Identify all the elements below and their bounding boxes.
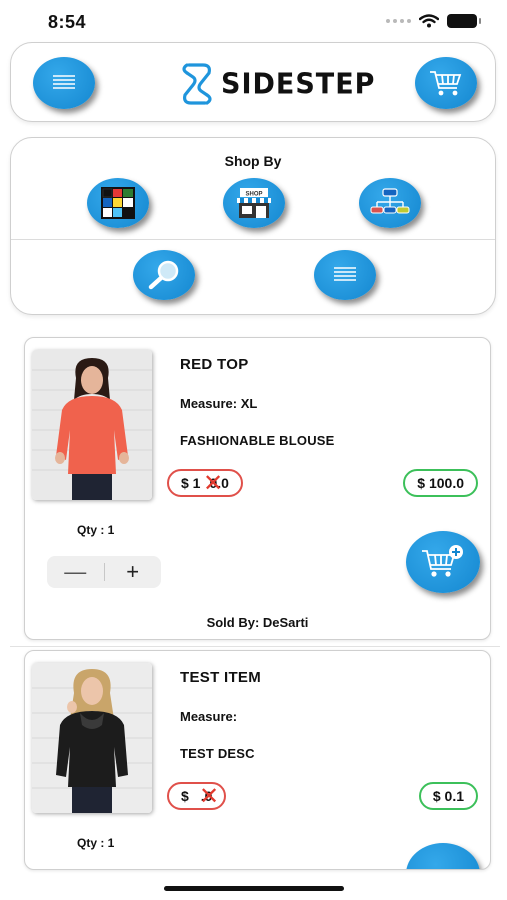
- add-to-cart-button[interactable]: [406, 843, 480, 869]
- product-card: TEST ITEM Measure: TEST DESC $ .0 ✕ $ 0.…: [24, 650, 491, 870]
- status-icons: [386, 14, 481, 28]
- product-description: FASHIONABLE BLOUSE: [180, 433, 335, 448]
- search-button[interactable]: [133, 250, 195, 300]
- quantity-label: Qty : 1: [77, 836, 115, 850]
- signal-icon: [386, 19, 411, 23]
- original-price-prefix: $ 1: [181, 475, 201, 491]
- product-measure: Measure:: [180, 709, 238, 724]
- list-button[interactable]: [314, 250, 376, 300]
- brand-logo: SIDESTEP: [179, 61, 375, 107]
- status-bar: 8:54: [0, 0, 507, 44]
- color-grid-icon: [101, 187, 135, 219]
- wifi-icon: [419, 14, 439, 28]
- hierarchy-icon: [370, 188, 410, 214]
- quantity-stepper: — +: [47, 556, 161, 588]
- sale-price: $ 100.0: [403, 469, 478, 497]
- product-description: TEST DESC: [180, 746, 255, 761]
- quantity-label: Qty : 1: [77, 523, 115, 537]
- product-photo: [32, 350, 152, 500]
- shop-by-color-button[interactable]: [87, 178, 149, 228]
- shop-by-title: Shop By: [224, 153, 282, 169]
- list-icon: [334, 267, 356, 281]
- menu-button[interactable]: [33, 57, 95, 109]
- product-image[interactable]: [32, 350, 152, 500]
- strike-icon: ✕: [199, 782, 220, 810]
- menu-icon: [53, 75, 75, 89]
- store-icon: SHOP: [237, 188, 271, 218]
- home-indicator[interactable]: [164, 886, 344, 891]
- battery-icon: [447, 14, 481, 28]
- add-to-cart-button[interactable]: [406, 531, 480, 593]
- original-price: $ 1 0.0 ✕: [167, 469, 243, 497]
- product-measure: Measure: XL: [180, 396, 258, 411]
- increment-button[interactable]: +: [104, 556, 161, 588]
- svg-text:SHOP: SHOP: [245, 192, 262, 198]
- brand-name: SIDESTEP: [221, 67, 376, 101]
- card-separator: [10, 646, 500, 647]
- add-to-cart-icon: [422, 545, 463, 577]
- status-time: 8:54: [48, 12, 87, 32]
- logo-mark-icon: [182, 63, 212, 105]
- shop-by-divider: [11, 239, 495, 240]
- sale-price: $ 0.1: [418, 782, 478, 810]
- original-price: $ .0 ✕: [167, 782, 227, 810]
- strike-icon: ✕: [203, 469, 224, 497]
- shop-by-panel: Shop By SHOP: [10, 137, 496, 315]
- product-photo: [32, 663, 152, 813]
- search-icon: [148, 260, 179, 290]
- cart-button[interactable]: [415, 57, 477, 109]
- app-header: SIDESTEP: [10, 42, 496, 122]
- product-title: TEST ITEM: [180, 669, 262, 686]
- product-card: RED TOP Measure: XL FASHIONABLE BLOUSE $…: [24, 337, 491, 640]
- product-image[interactable]: [32, 663, 152, 813]
- sold-by-label: Sold By: DeSarti: [206, 615, 309, 630]
- shop-by-category-button[interactable]: [359, 178, 421, 228]
- decrement-button[interactable]: —: [47, 556, 104, 588]
- original-price-prefix: $: [181, 788, 189, 804]
- shop-by-store-button[interactable]: SHOP: [223, 178, 285, 228]
- cart-icon: [430, 71, 462, 96]
- product-title: RED TOP: [180, 356, 249, 373]
